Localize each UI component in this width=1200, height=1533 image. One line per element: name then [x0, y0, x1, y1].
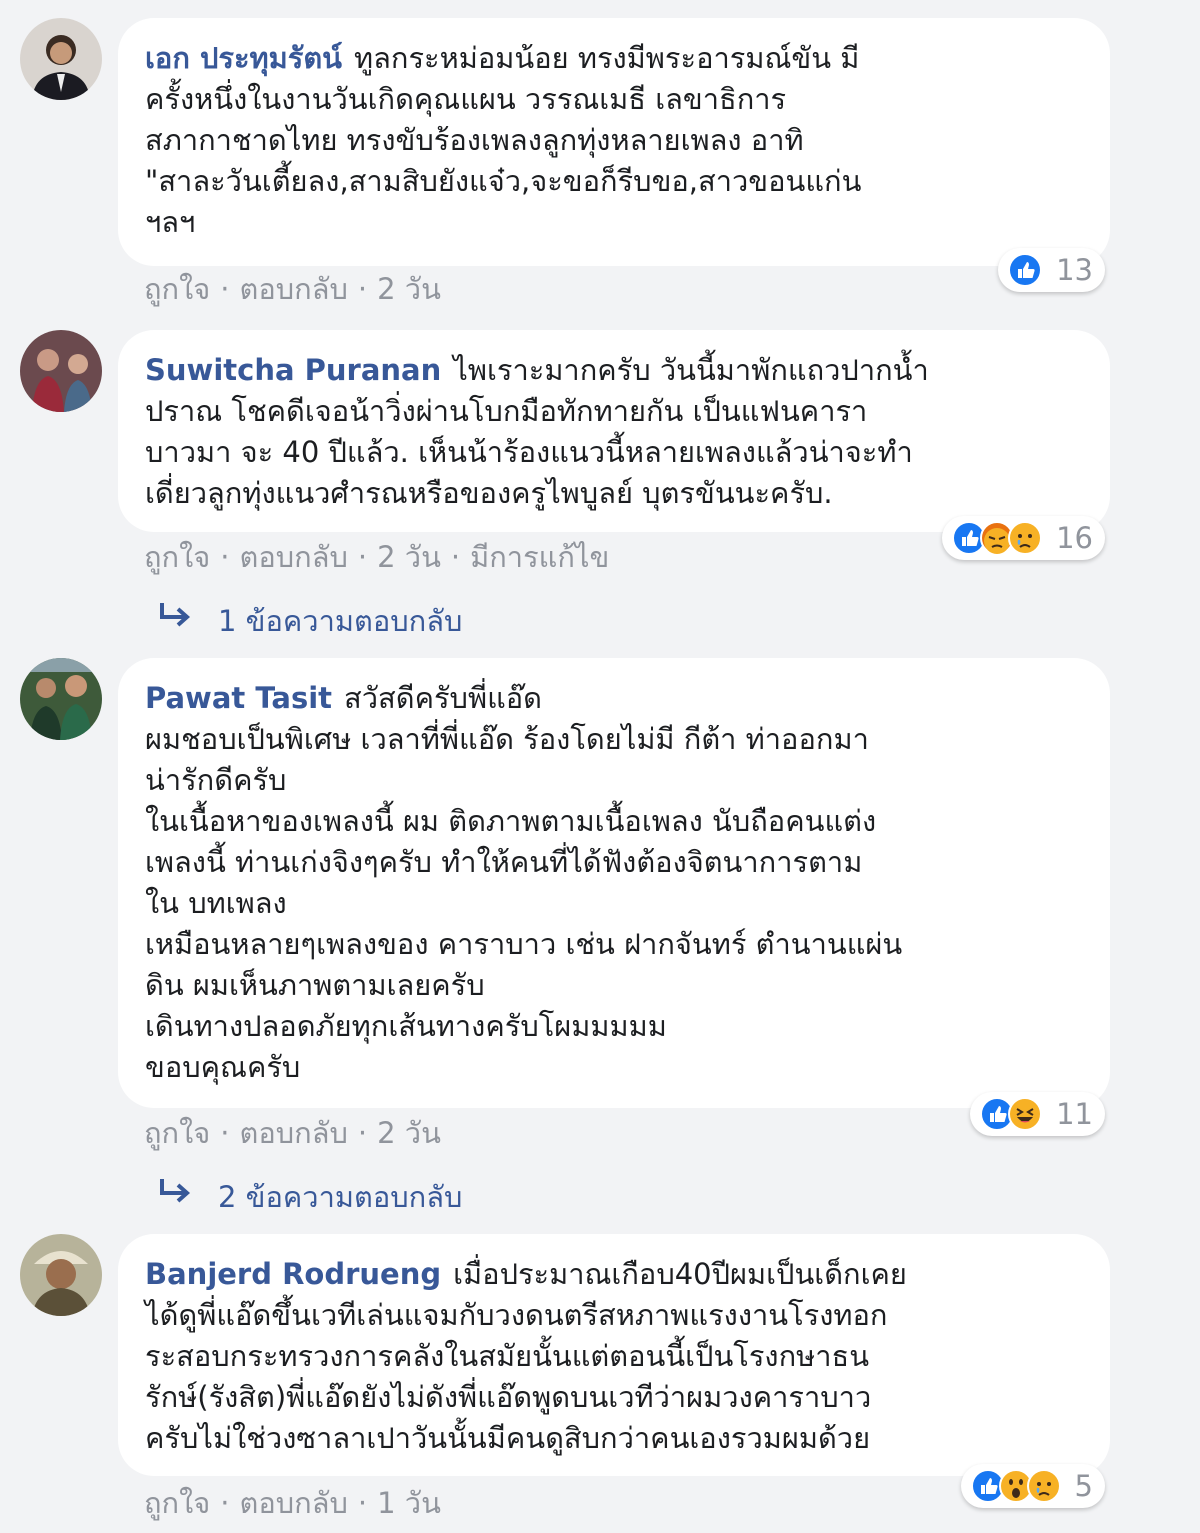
separator-dot: ·: [220, 1486, 230, 1520]
reply-arrow-icon: [160, 1179, 191, 1203]
comment-actions: ถูกใจ · ตอบกลับ · 1 วัน: [144, 1480, 441, 1526]
comment-text-line: รักษ์(รังสิต)พี่แอ๊ดยังไม่ดังพี่แอ๊ดพูดบ…: [145, 1380, 872, 1414]
comment-actions: ถูกใจ · ตอบกลับ · 2 วัน: [144, 266, 441, 312]
comment-text-line: ฯลฯ: [145, 205, 196, 239]
comment-text-line: ดิน ผมเห็นภาพตามเลยครับ: [145, 968, 485, 1002]
comment-timestamp[interactable]: 2 วัน: [377, 1116, 441, 1150]
replies-count-text: 1 ข้อความตอบกลับ: [218, 604, 463, 638]
like-link[interactable]: ถูกใจ: [144, 1116, 210, 1150]
comment-text-line: เมื่อประมาณเกือบ40ปีผมเป็นเด็กเคย: [453, 1257, 907, 1291]
comment-text-line: ปราณ โชคดีเจอน้าวิ่งผ่านโบกมือทักทายกัน …: [145, 394, 868, 428]
separator-dot: ·: [220, 272, 230, 306]
reply-link[interactable]: ตอบกลับ: [240, 540, 348, 574]
reaction-summary[interactable]: 16: [942, 516, 1105, 560]
like-link[interactable]: ถูกใจ: [144, 272, 210, 306]
comment-text-line: ทูลกระหม่อมน้อย ทรงมีพระอารมณ์ขัน มี: [354, 41, 860, 75]
reply-link[interactable]: ตอบกลับ: [240, 272, 348, 306]
author-name[interactable]: เอก ประทุมรัตน์: [145, 41, 342, 75]
avatar[interactable]: [20, 658, 102, 740]
comment-text-line: ครับไม่ใช่วงซาลาเปาวันนั้นมีคนดูสิบกว่าค…: [145, 1421, 871, 1455]
like-link[interactable]: ถูกใจ: [144, 1486, 210, 1520]
like-link[interactable]: ถูกใจ: [144, 540, 210, 574]
comment-text-line: บาวมา จะ 40 ปีแล้ว. เห็นน้าร้องแนวนี้หลา…: [145, 435, 913, 469]
separator-dot: ·: [357, 540, 368, 574]
comment-text-line: ครั้งหนึ่งในงานวันเกิดคุณแผน วรรณเมธี เล…: [145, 82, 787, 116]
reaction-count: 11: [1056, 1097, 1093, 1131]
comment-bubble: Banjerd Rodrueng เมื่อประมาณเกือบ40ปีผมเป…: [118, 1234, 1110, 1476]
comment-text-line: เดินทางปลอดภัยทุกเส้นทางครับโผมมมมม: [145, 1009, 667, 1043]
comment-bubble: Pawat Tasit สวัสดีครับพี่แอ๊ด ผมชอบเป็นพิ…: [118, 658, 1110, 1108]
sad-icon: [1026, 1469, 1061, 1503]
reaction-summary[interactable]: 5: [960, 1464, 1105, 1508]
separator-dot: ·: [450, 540, 461, 574]
comment-text-line: เพลงนี้ ท่านเก่งจิงๆครับ ทำให้คนที่ได้ฟั…: [145, 845, 863, 879]
separator-dot: ·: [220, 540, 230, 574]
comment-text-line: ใน บทเพลง: [145, 886, 287, 920]
comment-timestamp[interactable]: 2 วัน: [377, 272, 441, 306]
separator-dot: ·: [357, 1486, 368, 1520]
haha-icon: [1008, 1097, 1043, 1131]
reply-link[interactable]: ตอบกลับ: [240, 1116, 348, 1150]
separator-dot: ·: [357, 272, 368, 306]
reaction-count: 13: [1056, 253, 1093, 287]
comment-text-line: ได้ดูพี่แอ๊ดขึ้นเวทีเล่นแจมกับวงดนตรีสหภ…: [145, 1298, 888, 1332]
edited-label[interactable]: มีการแก้ไข: [470, 540, 609, 574]
comment-text-line: ในเนื้อหาของเพลงนี้ ผม ติดภาพตามเนื้อเพล…: [145, 804, 877, 838]
reply-arrow-icon: [160, 603, 191, 627]
comment-text-line: "สาละวันเตี้ยลง,สามสิบยังแจ๋ว,จะขอก็รีบข…: [145, 164, 862, 198]
sad-icon: [1008, 521, 1043, 555]
avatar[interactable]: [20, 18, 102, 100]
replies-count-text: 2 ข้อความตอบกลับ: [218, 1180, 463, 1214]
comment-bubble: เอก ประทุมรัตน์ ทูลกระหม่อมน้อย ทรงมีพระอ…: [118, 18, 1110, 266]
view-replies-link[interactable]: 2 ข้อความตอบกลับ: [158, 1174, 462, 1220]
comment-text-line: น่ารักดีครับ: [145, 763, 287, 797]
comment-timestamp[interactable]: 1 วัน: [377, 1486, 441, 1520]
avatar[interactable]: [20, 1234, 102, 1316]
comment-actions: ถูกใจ · ตอบกลับ · 2 วัน: [144, 1110, 441, 1156]
comment-bubble: Suwitcha Puranan ไพเราะมากครับ วันนี้มาพั…: [118, 330, 1110, 532]
avatar-photo-4: [20, 1234, 102, 1316]
comment-text-line: เหมือนหลายๆเพลงของ คาราบาว เช่น ฝากจันทร…: [145, 927, 903, 961]
reaction-summary[interactable]: 13: [998, 248, 1105, 292]
comment-text-line: ไพเราะมากครับ วันนี้มาพักแถวปากน้ำ: [453, 353, 929, 387]
author-name[interactable]: Banjerd Rodrueng: [145, 1257, 441, 1291]
comment-text-line: เดี่ยวลูกทุ่งแนวศํารณหรือของครูไพบูลย์ บ…: [145, 476, 833, 510]
reaction-summary[interactable]: 11: [970, 1092, 1105, 1136]
comment-text-line: สภากาชาดไทย ทรงขับร้องเพลงลูกทุ่งหลายเพล…: [145, 123, 804, 157]
like-icon: [1008, 253, 1043, 287]
separator-dot: ·: [220, 1116, 230, 1150]
comment-timestamp[interactable]: 2 วัน: [377, 540, 441, 574]
reaction-count: 5: [1074, 1469, 1093, 1503]
comment-actions: ถูกใจ · ตอบกลับ · 2 วัน · มีการแก้ไข: [144, 534, 609, 580]
reply-link[interactable]: ตอบกลับ: [240, 1486, 348, 1520]
avatar-photo-2: [20, 330, 102, 412]
comment-text-line: ระสอบกระทรวงการคลังในสมัยนั้นแต่ตอนนี้เป…: [145, 1339, 870, 1373]
avatar-photo-3: [20, 658, 102, 740]
reaction-count: 16: [1056, 521, 1093, 555]
comment-text-line: ผมชอบเป็นพิเศษ เวลาที่พี่แอ๊ด ร้องโดยไม่…: [145, 722, 869, 756]
comment-text-line: สวัสดีครับพี่แอ๊ด: [344, 681, 543, 715]
avatar-photo-1: [20, 18, 102, 100]
avatar[interactable]: [20, 330, 102, 412]
view-replies-link[interactable]: 1 ข้อความตอบกลับ: [158, 598, 462, 644]
author-name[interactable]: Suwitcha Puranan: [145, 353, 441, 387]
separator-dot: ·: [357, 1116, 368, 1150]
author-name[interactable]: Pawat Tasit: [145, 681, 332, 715]
comment-text-line: ขอบคุณครับ: [145, 1050, 301, 1084]
